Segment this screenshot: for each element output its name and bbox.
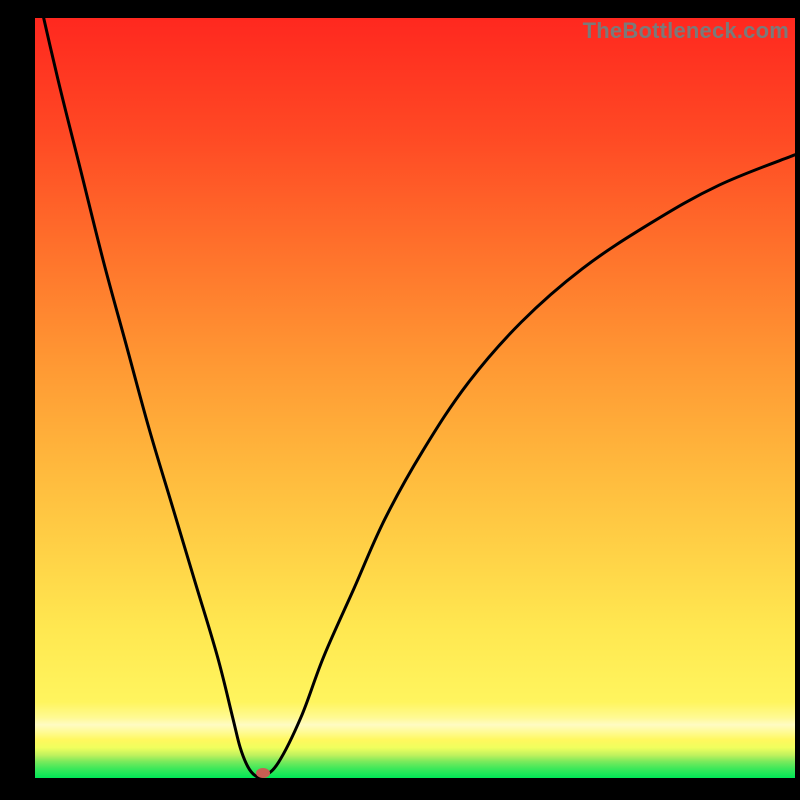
plot-area: TheBottleneck.com <box>35 18 795 778</box>
optimal-point-marker <box>256 768 270 778</box>
chart-frame: TheBottleneck.com <box>0 0 800 800</box>
curve-svg <box>35 18 795 778</box>
bottleneck-curve <box>35 18 795 778</box>
